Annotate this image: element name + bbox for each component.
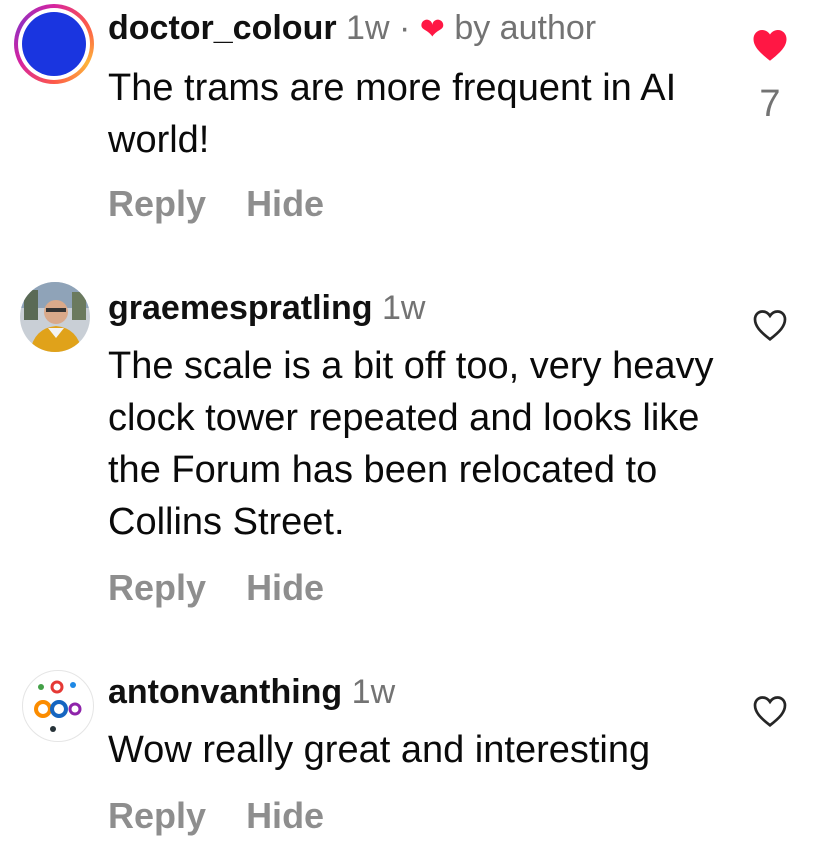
separator: · <box>398 9 411 47</box>
comment-text: The scale is a bit off too, very heavy c… <box>108 345 714 543</box>
comment-header: graemespratling 1w <box>108 288 425 328</box>
heart-outline-icon[interactable] <box>752 308 788 342</box>
comment-item: antonvanthing 1w Wow really great and in… <box>0 658 828 850</box>
comment-header: antonvanthing 1w <box>108 672 395 712</box>
comment-item: graemespratling 1w The scale is a bit of… <box>0 270 828 620</box>
username-link[interactable]: antonvanthing <box>108 673 342 711</box>
like-column: 7 <box>740 28 800 125</box>
avatar[interactable] <box>14 4 94 84</box>
reply-button[interactable]: Reply <box>108 567 206 608</box>
timestamp: 1w <box>351 673 396 711</box>
like-column <box>740 308 800 347</box>
comment-text: The trams are more frequent in AI world! <box>108 67 677 161</box>
profile-logo-image <box>34 680 82 732</box>
comment-actions: Reply Hide <box>108 568 354 608</box>
avatar[interactable] <box>20 282 90 352</box>
like-count: 7 <box>759 83 781 125</box>
username-link[interactable]: graemespratling <box>108 289 373 327</box>
hide-button[interactable]: Hide <box>246 567 324 608</box>
heart-filled-icon[interactable] <box>752 28 788 62</box>
avatar[interactable] <box>22 670 94 742</box>
username-link[interactable]: doctor_colour <box>108 9 337 47</box>
comment-text: Wow really great and interesting <box>108 729 651 771</box>
heart-outline-icon[interactable] <box>752 694 788 728</box>
like-column <box>740 694 800 733</box>
comment-item: doctor_colour 1w · ❤ by author The trams… <box>0 0 828 240</box>
comment-header: doctor_colour 1w · ❤ by author <box>108 8 596 50</box>
heart-icon: ❤ <box>419 13 445 46</box>
timestamp: 1w <box>381 289 426 327</box>
comment-actions: Reply Hide <box>108 184 354 224</box>
reply-button[interactable]: Reply <box>108 183 206 224</box>
comment-actions: Reply Hide <box>108 796 354 836</box>
hide-button[interactable]: Hide <box>246 795 324 836</box>
profile-photo-image <box>20 282 90 352</box>
hide-button[interactable]: Hide <box>246 183 324 224</box>
timestamp: 1w <box>346 9 390 47</box>
reply-button[interactable]: Reply <box>108 795 206 836</box>
by-author-label: by author <box>454 9 597 47</box>
